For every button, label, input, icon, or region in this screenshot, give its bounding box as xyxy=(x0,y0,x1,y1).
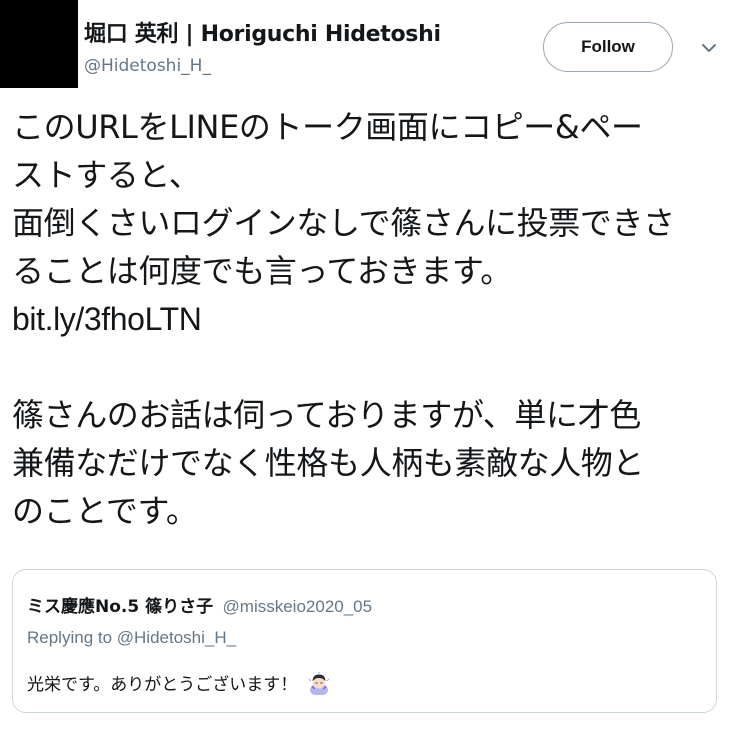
quoted-tweet-card[interactable]: ミス慶應No.5 篠りさ子 @misskeio2020_05 Replying … xyxy=(12,569,717,713)
follow-button[interactable]: Follow xyxy=(543,22,673,72)
quote-header: ミス慶應No.5 篠りさ子 @misskeio2020_05 xyxy=(27,592,372,617)
replying-to-text: Replying to @Hidetoshi_H_ xyxy=(27,628,237,647)
quote-text: 光栄です。ありがとうございます！ xyxy=(27,670,331,695)
person-bowing-icon xyxy=(308,672,330,695)
quote-text-content: 光栄です。ありがとうございます！ xyxy=(27,675,298,695)
author-display-name[interactable]: 堀口 英利 | Horiguchi Hidetoshi xyxy=(84,16,441,48)
tweet-line: このURLをLINEのトーク画面にコピー&ペー xyxy=(12,108,643,146)
chevron-down-icon[interactable] xyxy=(699,38,719,58)
tweet-line: 篠さんのお話は伺っておりますが、単に才色 xyxy=(12,396,641,434)
tweet-line: のことです。 xyxy=(12,492,198,530)
quote-author-handle[interactable]: @misskeio2020_05 xyxy=(223,597,373,616)
tweet-link[interactable]: bit.ly/3fhoLTN xyxy=(12,301,202,337)
tweet-line: 面倒くさいログインなしで篠さんに投票できさ xyxy=(12,204,675,242)
author-handle[interactable]: @Hidetoshi_H_ xyxy=(84,56,211,76)
tweet-line: 兼備なだけでなく性格も人柄も素敵な人物と xyxy=(12,444,645,482)
tweet-spacer xyxy=(12,343,730,391)
tweet-line: ストすると、 xyxy=(12,156,201,194)
tweet-line: ることは何度でも言っておきます。 xyxy=(12,252,512,290)
quote-author-name[interactable]: ミス慶應No.5 篠りさ子 xyxy=(27,597,213,617)
tweet-text: このURLをLINEのトーク画面にコピー&ペー ストすると、 面倒くさいログイン… xyxy=(12,103,730,535)
avatar[interactable] xyxy=(0,0,78,88)
